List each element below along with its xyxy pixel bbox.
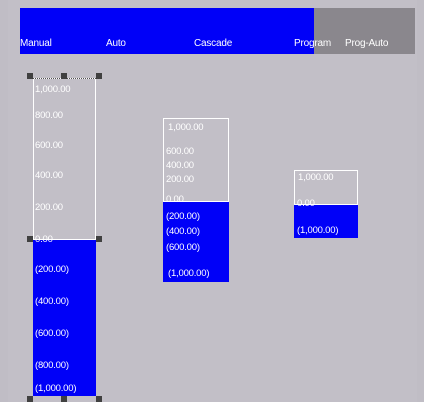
- bar3-tick-0: 1,000.00: [298, 172, 334, 183]
- bar2-tick-7: (600.00): [166, 242, 200, 253]
- bar2-tick-1: 600.00: [166, 146, 194, 157]
- bar2-tick-3: 200.00: [166, 174, 194, 185]
- bar1-tick-8: (600.00): [35, 328, 69, 339]
- bar2-tick-4: 0.00: [166, 194, 184, 205]
- bar1-tick-9: (800.00): [35, 360, 69, 371]
- selection-handle-top-center[interactable]: [61, 73, 67, 79]
- bar1-tick-6: (200.00): [35, 264, 69, 275]
- mode-prog-auto[interactable]: Prog-Auto: [345, 38, 388, 49]
- bar3-tick-2: (1,000.00): [297, 225, 339, 236]
- mode-program[interactable]: Program: [294, 38, 331, 49]
- bar2-tick-0: 1,000.00: [168, 122, 204, 133]
- bar3-tick-1: 0.00: [297, 198, 315, 209]
- selection-handle-bottom-left[interactable]: [27, 396, 33, 402]
- selection-handle-bottom-right[interactable]: [96, 396, 102, 402]
- selection-handle-bottom-center[interactable]: [61, 396, 67, 402]
- bar2-tick-6: (400.00): [166, 226, 200, 237]
- mode-cascade[interactable]: Cascade: [194, 38, 232, 49]
- selection-handle-top-left[interactable]: [27, 73, 33, 79]
- bar1-tick-7: (400.00): [35, 296, 69, 307]
- bar1-tick-5: 0.00: [35, 234, 53, 245]
- bar1-tick-0: 1,000.00: [35, 84, 71, 95]
- bar1-tick-2: 600.00: [35, 140, 63, 151]
- bar1-tick-1: 800.00: [35, 110, 63, 121]
- selection-handle-middle-left[interactable]: [27, 236, 33, 242]
- bar2-tick-5: (200.00): [166, 211, 200, 222]
- selection-handle-middle-right[interactable]: [96, 236, 102, 242]
- mode-auto[interactable]: Auto: [106, 38, 126, 49]
- bar2-tick-8: (1,000.00): [168, 268, 210, 279]
- selection-handle-top-right[interactable]: [96, 73, 102, 79]
- bar1-tick-10: (1,000.00): [35, 383, 77, 394]
- bar2-tick-2: 400.00: [166, 160, 194, 171]
- bar-gauge-1-positive-region: [33, 78, 96, 240]
- bar1-tick-4: 200.00: [35, 202, 63, 213]
- mode-manual[interactable]: Manual: [20, 38, 52, 49]
- bar1-tick-3: 400.00: [35, 170, 63, 181]
